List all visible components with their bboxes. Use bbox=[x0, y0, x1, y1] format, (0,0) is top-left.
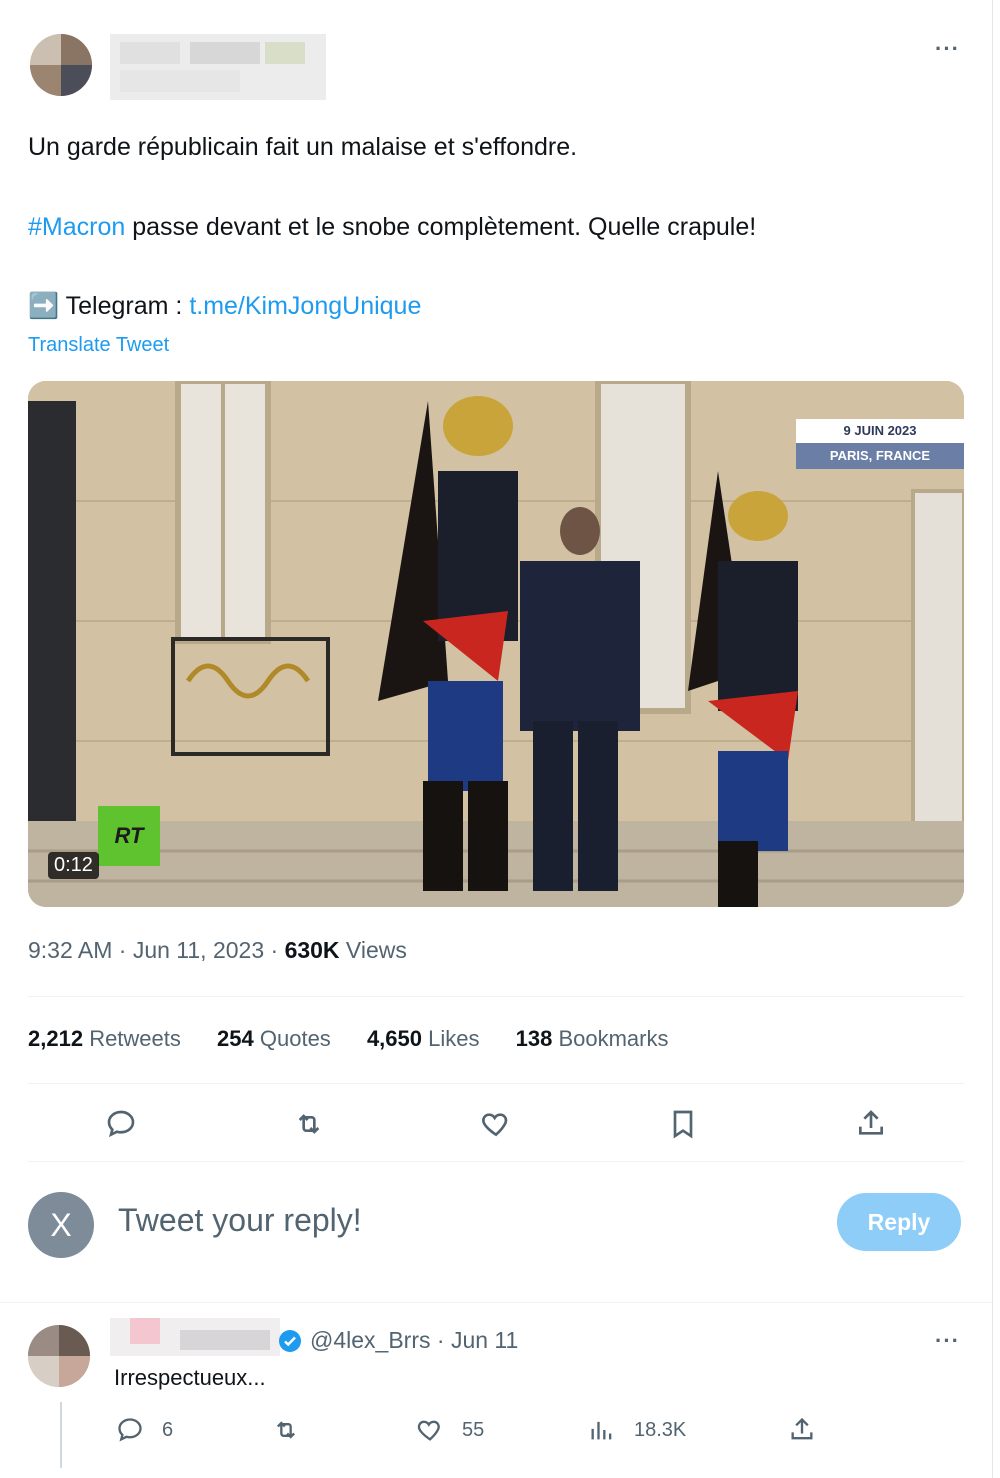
divider bbox=[0, 1302, 992, 1303]
rt-logo: RT bbox=[98, 806, 160, 866]
more-options-icon[interactable]: ··· bbox=[935, 36, 960, 62]
bookmarks-stat[interactable]: 138 Bookmarks bbox=[516, 1026, 669, 1051]
retweet-icon bbox=[277, 1421, 295, 1439]
quotes-stat[interactable]: 254 Quotes bbox=[217, 1026, 331, 1051]
reply-author-name-blurred[interactable] bbox=[110, 1318, 280, 1356]
engagement-stats: 2,212 Retweets 254 Quotes 4,650 Likes 13… bbox=[28, 1026, 699, 1052]
location-badge: PARIS, FRANCE bbox=[796, 443, 964, 469]
reply-replies-count: 6 bbox=[162, 1418, 174, 1441]
tweet-text-line2: #Macron passe devant et le snobe complèt… bbox=[28, 213, 756, 242]
views-label: Views bbox=[339, 937, 407, 963]
divider bbox=[28, 996, 964, 997]
tweet-timestamp[interactable]: 9:32 AM · Jun 11, 2023 · bbox=[28, 937, 285, 963]
hashtag-link[interactable]: #Macron bbox=[28, 213, 125, 241]
reply-reply-action[interactable]: 6 bbox=[116, 1416, 173, 1444]
tweet-meta: 9:32 AM · Jun 11, 2023 · 630K Views bbox=[28, 937, 407, 964]
reply-author-avatar[interactable] bbox=[28, 1325, 90, 1387]
composer-avatar: X bbox=[28, 1192, 94, 1258]
retweets-stat[interactable]: 2,212 Retweets bbox=[28, 1026, 181, 1051]
reply-button[interactable]: Reply bbox=[837, 1193, 961, 1251]
tweet-text-rest: passe devant et le snobe complètement. Q… bbox=[125, 213, 757, 241]
reply-input[interactable]: Tweet your reply! bbox=[118, 1202, 362, 1239]
reply-handle[interactable]: @4lex_Brrs · Jun 11 bbox=[310, 1327, 518, 1354]
author-name-blurred[interactable] bbox=[110, 34, 326, 100]
tweet-detail-panel: ··· Un garde républicain fait un malaise… bbox=[0, 0, 993, 1478]
video-duration: 0:12 bbox=[48, 852, 99, 879]
reply-more-options-icon[interactable]: ··· bbox=[935, 1328, 960, 1354]
telegram-label: Telegram : bbox=[65, 292, 190, 320]
verified-badge-icon bbox=[279, 1330, 301, 1352]
reply-retweet-action[interactable] bbox=[272, 1416, 318, 1444]
bookmark-icon[interactable] bbox=[663, 1104, 703, 1144]
divider bbox=[28, 1083, 964, 1084]
thread-line bbox=[60, 1402, 62, 1468]
translate-tweet-link[interactable]: Translate Tweet bbox=[28, 334, 169, 357]
reply-views-count: 18.3K bbox=[634, 1418, 687, 1441]
reply-date: · Jun 11 bbox=[430, 1327, 519, 1353]
arrow-right-icon: ➡️ bbox=[28, 292, 60, 320]
divider bbox=[28, 1161, 964, 1162]
likes-stat[interactable]: 4,650 Likes bbox=[367, 1026, 480, 1051]
like-icon bbox=[417, 1420, 440, 1441]
tweet-text-line3: ➡️ Telegram : t.me/KimJongUnique bbox=[28, 292, 421, 321]
reply-like-action[interactable]: 55 bbox=[416, 1416, 484, 1444]
reply-text: Irrespectueux... bbox=[114, 1365, 266, 1390]
reply-share-action[interactable] bbox=[788, 1416, 834, 1444]
like-icon[interactable] bbox=[476, 1104, 516, 1144]
share-icon[interactable] bbox=[851, 1104, 891, 1144]
share-icon bbox=[791, 1417, 813, 1440]
author-avatar[interactable] bbox=[30, 34, 92, 96]
reply-icon bbox=[118, 1418, 142, 1442]
retweet-icon[interactable] bbox=[289, 1104, 329, 1144]
date-badge: 9 JUIN 2023 bbox=[796, 419, 964, 443]
tweet-text-line1: Un garde républicain fait un malaise et … bbox=[28, 133, 578, 161]
reply-likes-count: 55 bbox=[462, 1418, 485, 1441]
video-player[interactable]: 9 JUIN 2023 PARIS, FRANCE RT 0:12 bbox=[28, 381, 964, 907]
reply-views-action[interactable]: 18.3K bbox=[588, 1416, 686, 1444]
telegram-link[interactable]: t.me/KimJongUnique bbox=[189, 292, 421, 320]
analytics-icon bbox=[591, 1421, 612, 1440]
views-count: 630K bbox=[284, 937, 340, 963]
reply-icon[interactable] bbox=[101, 1104, 141, 1144]
